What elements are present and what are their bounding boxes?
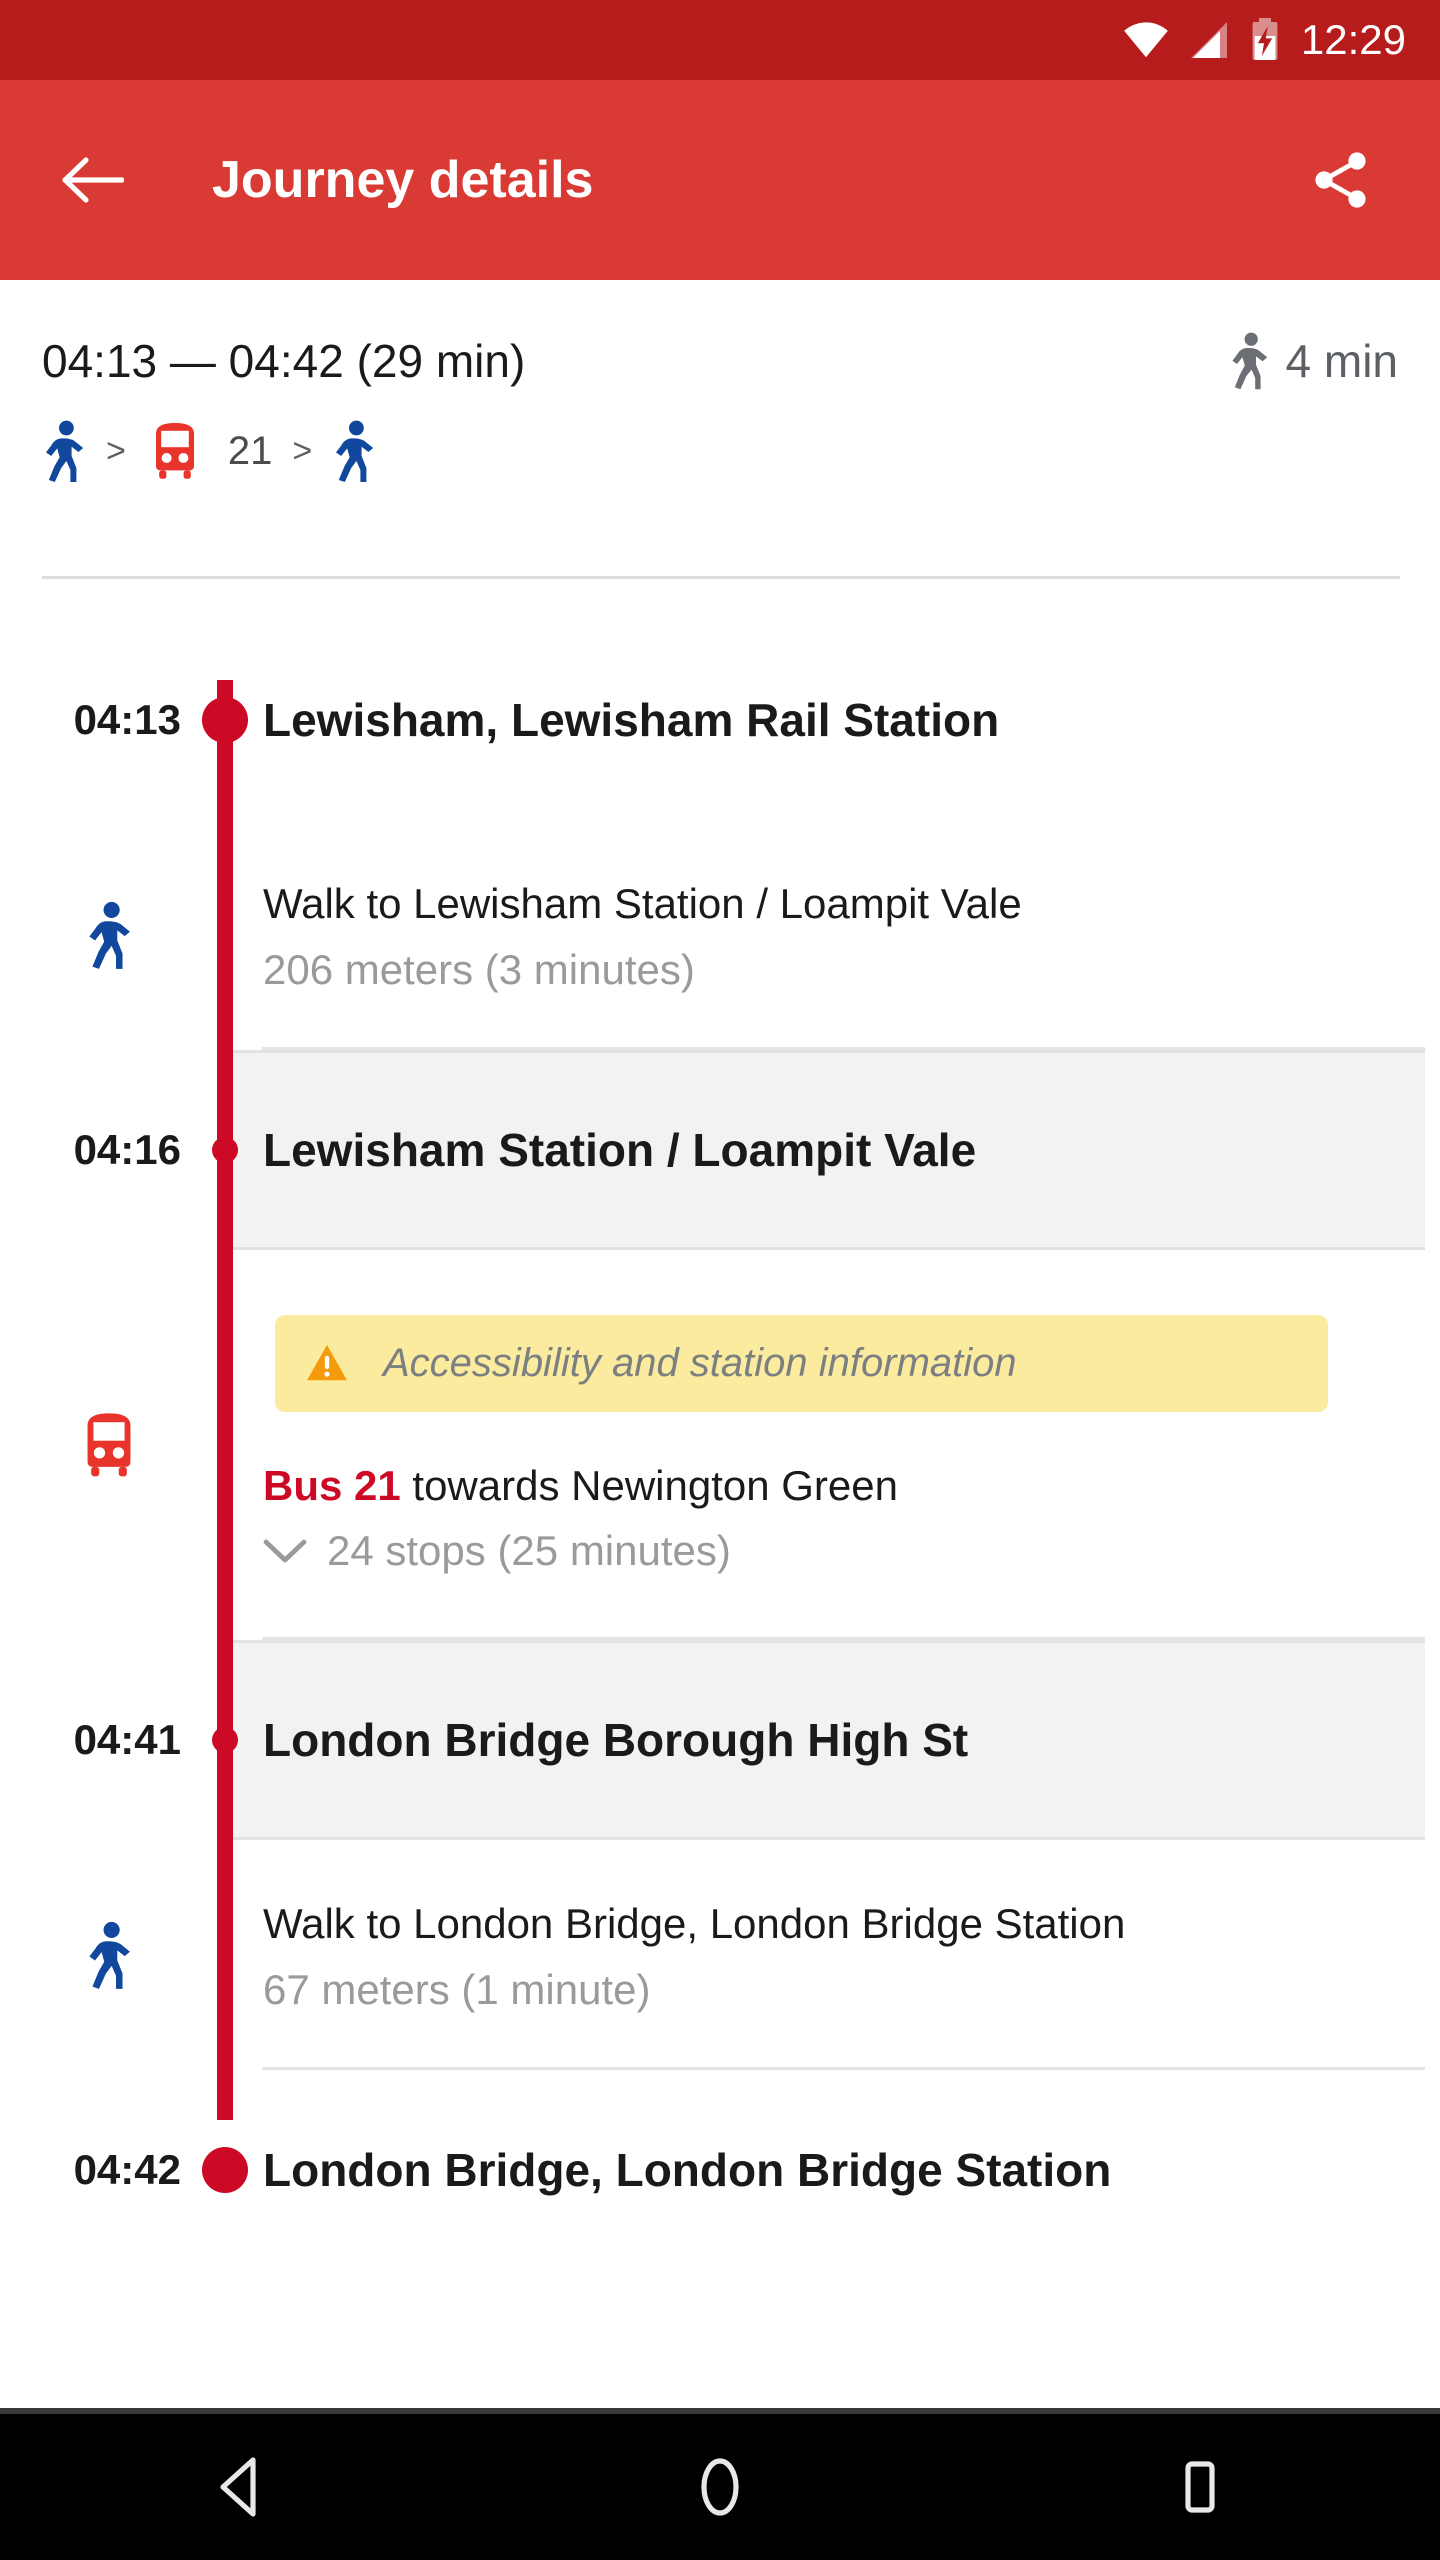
pedestrian-icon bbox=[85, 1921, 133, 1989]
app-bar: Journey details bbox=[0, 80, 1440, 280]
timeline-dot-large bbox=[202, 2147, 248, 2193]
nav-home-icon[interactable] bbox=[645, 2437, 795, 2537]
stop-time-cell: 04:41 bbox=[0, 1640, 217, 1840]
stop-name-cell: Lewisham Station / Loampit Vale bbox=[233, 1050, 1425, 1250]
status-bar-clock: 12:29 bbox=[1300, 16, 1406, 63]
stop-name-cell: Lewisham, Lewisham Rail Station bbox=[233, 620, 1425, 820]
stop-time: 04:41 bbox=[73, 1716, 181, 1763]
chevron-separator-1: > bbox=[106, 431, 126, 470]
mode-chain: > 21 > bbox=[0, 390, 1440, 482]
chevron-separator-2: > bbox=[292, 431, 313, 470]
segment-subtitle: 206 meters (3 minutes) bbox=[263, 946, 1400, 994]
timeline-dot-cell bbox=[202, 2070, 248, 2270]
segment-body: Accessibility and station information Bu… bbox=[233, 1250, 1440, 1640]
segment-body: Walk to London Bridge, London Bridge Sta… bbox=[233, 1840, 1440, 2070]
accessibility-banner[interactable]: Accessibility and station information bbox=[275, 1314, 1328, 1412]
stop-time: 04:13 bbox=[73, 696, 181, 743]
android-nav-bar bbox=[0, 2408, 1440, 2560]
timeline-stop-row[interactable]: 04:16 Lewisham Station / Loampit Vale bbox=[0, 1050, 1440, 1250]
bus-icon bbox=[146, 420, 204, 482]
warning-triangle-icon bbox=[305, 1343, 349, 1383]
stop-time: 04:16 bbox=[73, 1126, 181, 1173]
stop-name: London Bridge Borough High St bbox=[263, 1714, 969, 1766]
battery-charging-icon bbox=[1249, 18, 1281, 62]
pedestrian-icon bbox=[1228, 332, 1270, 390]
stop-name-cell: London Bridge Borough High St bbox=[233, 1640, 1425, 1840]
nav-back-icon[interactable] bbox=[165, 2437, 315, 2537]
pedestrian-icon bbox=[85, 901, 133, 969]
timeline-walk-segment[interactable]: Walk to Lewisham Station / Loampit Vale … bbox=[0, 820, 1440, 1050]
stop-time-cell: 04:16 bbox=[0, 1050, 217, 1250]
stop-time: 04:42 bbox=[73, 2146, 181, 2193]
timeline-walk-segment[interactable]: Walk to London Bridge, London Bridge Sta… bbox=[0, 1840, 1440, 2070]
timeline-spacer bbox=[217, 1250, 233, 1640]
timeline-stop-row[interactable]: 04:13 Lewisham, Lewisham Rail Station bbox=[0, 620, 1440, 820]
journey-timeline: 04:13 Lewisham, Lewisham Rail Station Wa… bbox=[0, 620, 1440, 2270]
stop-name: Lewisham, Lewisham Rail Station bbox=[263, 694, 1000, 746]
nav-recents-icon[interactable] bbox=[1125, 2437, 1275, 2537]
segment-title: Walk to Lewisham Station / Loampit Vale bbox=[263, 880, 1022, 928]
timeline-dot-cell bbox=[212, 1640, 238, 1840]
segment-icon-cell bbox=[0, 1250, 217, 1640]
bus-icon bbox=[76, 1410, 142, 1480]
route-number: 21 bbox=[227, 428, 273, 473]
pedestrian-icon bbox=[42, 420, 86, 482]
stop-name: Lewisham Station / Loampit Vale bbox=[263, 1124, 977, 1176]
bus-stops-count: 24 stops (25 minutes) bbox=[327, 1527, 731, 1575]
timeline-dot-large bbox=[202, 697, 248, 743]
timeline-dot-cell bbox=[212, 1050, 238, 1250]
share-icon[interactable] bbox=[1310, 149, 1372, 211]
bus-destination-label: towards Newington Green bbox=[400, 1461, 898, 1509]
total-walking-time: 4 min bbox=[1228, 332, 1398, 390]
summary-times-row: 04:13 — 04:42 (29 min) 4 min bbox=[0, 280, 1440, 390]
cellular-signal-icon bbox=[1187, 20, 1231, 60]
wifi-icon bbox=[1123, 20, 1169, 60]
stop-time-cell: 04:42 bbox=[0, 2070, 217, 2270]
timeline-stop-row[interactable]: 04:41 London Bridge Borough High St bbox=[0, 1640, 1440, 1840]
segment-body: Walk to Lewisham Station / Loampit Vale … bbox=[233, 820, 1440, 1050]
accessibility-banner-text: Accessibility and station information bbox=[383, 1340, 1017, 1385]
bus-stops-row[interactable]: 24 stops (25 minutes) bbox=[263, 1527, 1400, 1575]
segment-subtitle: 67 meters (1 minute) bbox=[263, 1966, 1400, 2014]
timeline-dot-small bbox=[212, 1137, 238, 1163]
segment-icon-cell bbox=[0, 1840, 217, 2070]
back-arrow-icon[interactable] bbox=[62, 149, 124, 211]
stop-name: London Bridge, London Bridge Station bbox=[263, 2144, 1112, 2196]
stop-name-cell: London Bridge, London Bridge Station bbox=[233, 2070, 1425, 2270]
journey-time-range: 04:13 — 04:42 (29 min) bbox=[42, 335, 526, 387]
timeline-stop-row[interactable]: 04:42 London Bridge, London Bridge Stati… bbox=[0, 2070, 1440, 2270]
timeline-bus-segment[interactable]: Accessibility and station information Bu… bbox=[0, 1250, 1440, 1640]
journey-details-screen: 12:29 Journey details 04:13 — 04:42 (29 … bbox=[0, 0, 1440, 2560]
segment-distance-duration: 67 meters (1 minute) bbox=[263, 1965, 651, 2013]
segment-title: Walk to London Bridge, London Bridge Sta… bbox=[263, 1900, 1126, 1948]
bus-route-label: Bus 21 bbox=[263, 1461, 401, 1509]
journey-summary: 04:13 — 04:42 (29 min) 4 min > 21 > bbox=[0, 280, 1440, 579]
timeline-dot-small bbox=[212, 1727, 238, 1753]
status-bar: 12:29 bbox=[0, 0, 1440, 80]
segment-distance-duration: 206 meters (3 minutes) bbox=[263, 945, 695, 993]
page-title: Journey details bbox=[212, 151, 594, 209]
chevron-down-icon[interactable] bbox=[263, 1538, 307, 1564]
segment-icon-cell bbox=[0, 820, 217, 1050]
timeline-spacer bbox=[217, 1840, 233, 2070]
walking-time-label: 4 min bbox=[1285, 335, 1398, 387]
bus-route-title: Bus 21 towards Newington Green bbox=[263, 1458, 1400, 1513]
status-bar-icons bbox=[1123, 18, 1281, 62]
summary-divider bbox=[42, 576, 1400, 579]
timeline-dot-cell bbox=[202, 620, 248, 820]
stop-time-cell: 04:13 bbox=[0, 620, 217, 820]
timeline-spacer bbox=[217, 820, 233, 1050]
pedestrian-icon bbox=[332, 420, 376, 482]
